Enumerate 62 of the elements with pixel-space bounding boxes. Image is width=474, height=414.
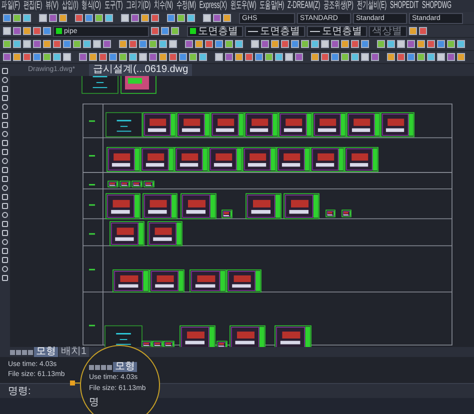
menu-item[interactable]: SHOPEDIT (390, 0, 419, 12)
layout-tab[interactable]: 모형 (34, 347, 58, 357)
sheet-thumbnail (150, 269, 184, 292)
sheet-thumbnail (276, 146, 310, 172)
menu-item[interactable]: Z-DREAM(Z) (288, 0, 320, 12)
menu-item[interactable]: 형식(O) (82, 0, 101, 12)
document-tab[interactable]: 급시설계(...0619.dwg (89, 64, 192, 76)
sheet-thumbnail (174, 146, 208, 172)
menu-item[interactable]: 삽입(I) (62, 0, 78, 12)
sheet-thumbnail (180, 193, 216, 220)
menu-item[interactable]: 전기설비(E) (356, 0, 387, 12)
sheet-thumbnail (210, 112, 244, 138)
command-prompt: 명 (89, 396, 99, 409)
color-dropdown[interactable]: 도면층별 (187, 26, 243, 36)
menu-item[interactable]: 편집(E) (23, 0, 42, 12)
sheet-thumbnail (208, 146, 242, 172)
sheet-thumbnail (342, 210, 352, 218)
sheet-thumbnail (142, 112, 176, 138)
sheet-thumbnail (112, 269, 150, 292)
sheet-thumbnail (106, 193, 140, 220)
menu-item[interactable]: 수정(M) (176, 0, 196, 12)
sheet-thumbnail (140, 146, 174, 172)
menu-item[interactable]: 도움말(H) (260, 0, 284, 12)
sheet-thumbnail (190, 269, 226, 292)
sheet-thumbnail (310, 146, 344, 172)
sheet-thumbnail (312, 112, 346, 138)
menu-item[interactable]: 공조위생(P) (324, 0, 354, 12)
linetype-dropdown[interactable]: 도면층별 (245, 26, 305, 36)
sheet-thumbnail (284, 193, 320, 220)
menu-item[interactable]: 파일(F) (2, 0, 20, 12)
sheet-thumbnail (226, 269, 262, 292)
sheet-thumbnail (148, 221, 182, 246)
menu-item[interactable]: 윈도우(W) (230, 0, 256, 12)
sheet-thumbnail (242, 146, 276, 172)
menu-item[interactable]: 그리기(D) (126, 0, 151, 12)
cover-sheet (106, 112, 142, 138)
sheet-thumbnail (380, 112, 414, 138)
color-swatch-icon (190, 28, 196, 34)
menu-item[interactable]: Express(X) (199, 0, 228, 12)
sheet-thumbnail (110, 221, 144, 246)
menu-item[interactable]: 뷰(V) (45, 0, 58, 12)
sheet-thumbnail (278, 112, 312, 138)
command-prompt: 명령: (8, 385, 31, 398)
menu-item[interactable]: 도구(T) (104, 0, 123, 12)
sheet-thumbnail (176, 112, 210, 138)
layout-tab[interactable]: 모형 (113, 362, 137, 372)
lineweight-dropdown[interactable]: 도면층별 (307, 26, 367, 36)
sheet-thumbnail (142, 193, 178, 220)
sheet-thumbnail (246, 193, 282, 220)
layer-color-icon (56, 28, 62, 34)
menu-item[interactable]: SHOPDWG (422, 0, 452, 12)
sheet-thumbnail (344, 146, 378, 172)
plot-style-dropdown[interactable]: 색상별 (369, 26, 407, 36)
layout-tab[interactable]: 배치1 (59, 347, 89, 357)
line-sample-icon (248, 30, 258, 32)
sheet-thumbnail (106, 146, 140, 172)
menu-item[interactable]: 치수(N) (154, 0, 173, 12)
line-sample-icon (310, 30, 320, 32)
sheet-thumbnail (222, 210, 232, 218)
sheet-thumbnail (326, 210, 336, 218)
sheet-thumbnail (244, 112, 278, 138)
sheet-thumbnail (346, 112, 380, 138)
